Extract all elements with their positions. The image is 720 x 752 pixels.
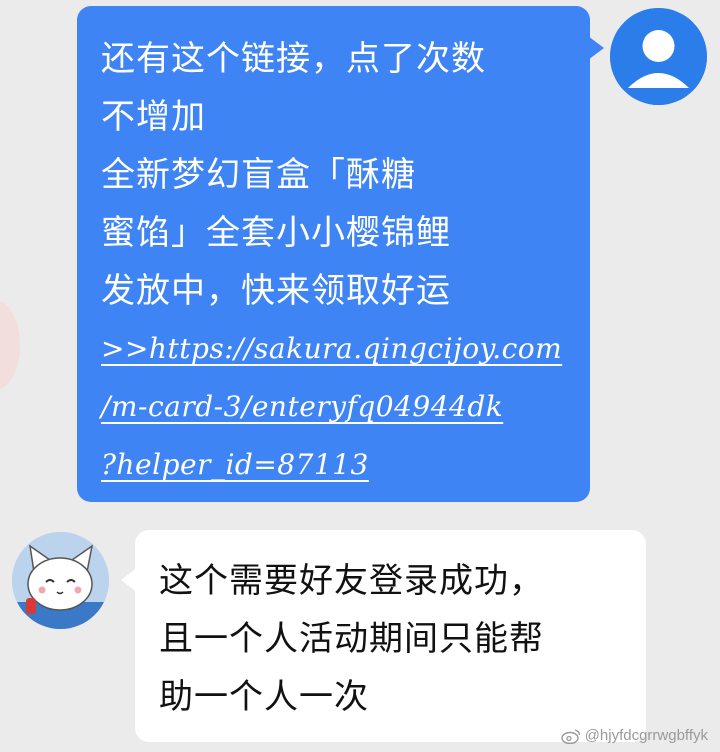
cartoon-cat-icon	[12, 532, 109, 629]
message-line: 还有这个链接，点了次数	[101, 39, 486, 79]
friend-avatar[interactable]	[12, 532, 109, 629]
message-link-line[interactable]: ?helper_id=87113	[101, 436, 570, 494]
message-line: 且一个人活动期间只能帮	[159, 619, 544, 659]
message-line: 这个需要好友登录成功，	[159, 561, 544, 601]
message-line: 全新梦幻盲盒「酥糖	[101, 155, 416, 195]
incoming-message-bubble[interactable]: 这个需要好友登录成功， 且一个人活动期间只能帮 助一个人一次	[121, 530, 646, 742]
chat-view: 还有这个链接，点了次数 不增加 全新梦幻盲盒「酥糖 蜜馅」全套小小樱锦鲤 发放中…	[0, 0, 720, 752]
message-line: 助一个人一次	[159, 677, 369, 717]
message-link-line[interactable]: >>https://sakura.qingcijoy.com	[101, 320, 570, 378]
outgoing-message-bubble[interactable]: 还有这个链接，点了次数 不增加 全新梦幻盲盒「酥糖 蜜馅」全套小小樱锦鲤 发放中…	[77, 6, 604, 502]
message-line: 蜜馅」全套小小樱锦鲤	[101, 213, 451, 253]
self-avatar[interactable]	[610, 8, 707, 105]
partial-avatar	[0, 300, 20, 390]
message-line: 不增加	[101, 97, 206, 137]
default-person-icon	[610, 8, 707, 105]
message-link-line[interactable]: /m-card-3/enteryfq04944dk	[101, 378, 570, 436]
watermark-text: @hjyfdcgrrwgbffyk	[584, 727, 708, 744]
message-line: 发放中，快来领取好运	[101, 271, 451, 311]
weibo-icon	[560, 728, 580, 744]
watermark: @hjyfdcgrrwgbffyk	[560, 727, 708, 744]
